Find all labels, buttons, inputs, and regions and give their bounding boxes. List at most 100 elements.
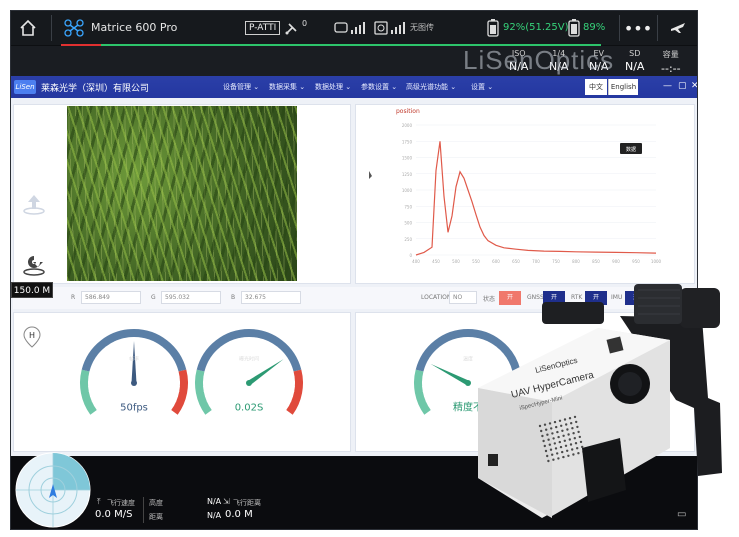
divider (143, 497, 144, 523)
satellite-icon[interactable] (281, 17, 303, 39)
rc-battery: 89% (583, 22, 606, 33)
x-tick-label: 900 (612, 259, 620, 264)
gauge-tick (114, 341, 117, 345)
y-tick-label: 2000 (402, 123, 413, 128)
flight-distance-label: 飞行距离 (233, 499, 261, 507)
r-label: R (71, 294, 76, 301)
gauge-tick (174, 366, 178, 369)
gauge-tick (172, 385, 180, 388)
height-label: 高度 (149, 499, 163, 507)
spectrum-chart[interactable]: position 0 250 500 750 1000 1250 1500 1750 2000 4… (356, 105, 694, 283)
gauge-tick (203, 385, 211, 388)
distance-value: N/A (207, 511, 222, 520)
gauge-hub (246, 380, 252, 386)
nav-parameter-settings[interactable]: 参数设置 ⌄ (361, 82, 397, 92)
gauge-tick (171, 403, 175, 407)
gauge-tick (88, 385, 96, 388)
b-band-input[interactable]: 32.675 (241, 291, 301, 304)
language-english[interactable]: English (608, 79, 638, 95)
g-band-input[interactable]: 595.032 (161, 291, 221, 304)
gauge-tick (208, 403, 212, 407)
gauge-tick (175, 371, 179, 373)
height-value: N/A (207, 497, 222, 506)
gauge-tick (269, 343, 274, 350)
aircraft-name[interactable]: Matrice 600 Pro (91, 21, 177, 34)
minimize-icon[interactable]: — (663, 81, 672, 91)
x-tick-label: 850 (592, 259, 600, 264)
flight-mode[interactable]: P-ATTI (245, 21, 281, 35)
return-home-icon[interactable] (21, 251, 47, 277)
gauge-tick (257, 338, 260, 342)
y-tick-label: 500 (404, 221, 412, 226)
b-label: B (231, 294, 236, 301)
gauge-tick (452, 339, 455, 343)
gauge-value: 50fps (120, 403, 148, 414)
attitude-radar[interactable] (15, 452, 91, 528)
gauge-tick (448, 341, 451, 345)
nav-bar: LiSen 莱森光学（深圳）有限公司 设备管理 ⌄ 数据采集 ⌄ 数据处理 ⌄ … (11, 76, 697, 98)
nav-data-acquisition[interactable]: 数据采集 ⌄ (269, 82, 305, 92)
x-tick-label: 400 (412, 259, 420, 264)
aircraft-battery[interactable]: 92%(51.25V) (503, 22, 569, 33)
nav-data-processing[interactable]: 数据处理 ⌄ (315, 82, 351, 92)
maximize-icon[interactable]: ▢ (678, 81, 687, 91)
gauge-tick (425, 399, 429, 402)
gauge-tick (423, 371, 427, 373)
remote-signal-icon[interactable] (333, 17, 367, 39)
location-label: LOCATION (421, 294, 452, 301)
gauge-tick (98, 353, 102, 356)
gauge-tick (91, 399, 95, 402)
video-signal-icon[interactable] (373, 17, 407, 39)
watermark: LiSenOptics (463, 45, 615, 75)
gauge-needle (247, 359, 284, 386)
cursor-icon (369, 171, 372, 179)
gauge-tick (213, 353, 217, 356)
gauge-tick (123, 338, 126, 342)
x-tick-label: 800 (572, 259, 580, 264)
gauge-tick (220, 346, 223, 350)
close-icon[interactable]: ✕ (691, 81, 697, 91)
gauge-tick (142, 338, 145, 342)
gauge-tick (173, 399, 177, 402)
language-chinese[interactable]: 中文 (585, 79, 607, 95)
home-point-icon[interactable]: H (23, 326, 41, 348)
home-icon[interactable] (17, 17, 39, 39)
more-icon[interactable]: ••• (624, 17, 652, 39)
x-tick-label: 700 (532, 259, 540, 264)
nav-settings[interactable]: 设置 ⌄ (471, 82, 493, 92)
y-tick-label: 1750 (402, 139, 413, 144)
gauge-tick (89, 371, 93, 373)
gauge-tick (224, 343, 229, 350)
gauge-tick (151, 341, 154, 345)
nav-device-management[interactable]: 设备管理 ⌄ (223, 82, 259, 92)
satellite-count: 0 (302, 19, 308, 28)
hyperspectral-image-preview[interactable] (67, 106, 297, 281)
gauge-tick (160, 346, 163, 350)
airplane-icon[interactable] (667, 17, 689, 39)
gauge-value: 0.02S (235, 403, 264, 414)
x-tick-label: 450 (432, 259, 440, 264)
param-capacity[interactable]: 容量 --:-- (661, 49, 681, 75)
r-band-input[interactable]: 586.849 (81, 291, 141, 304)
gauges-left: 帧率 50fps 曝光时间 0.02S (80, 329, 303, 415)
gauge-hub (131, 380, 137, 386)
param-sd[interactable]: SD N/A (625, 49, 644, 73)
svg-text:H: H (29, 331, 35, 340)
gauge-tick (176, 390, 180, 393)
gauge-tick (289, 395, 294, 397)
gauge-tick (278, 349, 282, 353)
gauge-tick (174, 395, 179, 397)
company-name: 莱森光学（深圳）有限公司 (41, 84, 150, 94)
gauge-tick (422, 390, 426, 393)
chart-badge: 数据 (626, 146, 636, 153)
y-tick-label: 1000 (402, 188, 413, 193)
gauge-tick (165, 405, 172, 411)
gauge-tick (262, 339, 265, 343)
nav-advanced-spectral[interactable]: 高级光谱功能 ⌄ (406, 82, 456, 92)
gauge-tick (290, 371, 294, 373)
takeoff-icon[interactable] (21, 191, 47, 217)
gauge-tick (281, 353, 285, 356)
divider (619, 15, 620, 41)
gauge-tick (427, 403, 431, 407)
gauge-tick (204, 395, 209, 397)
